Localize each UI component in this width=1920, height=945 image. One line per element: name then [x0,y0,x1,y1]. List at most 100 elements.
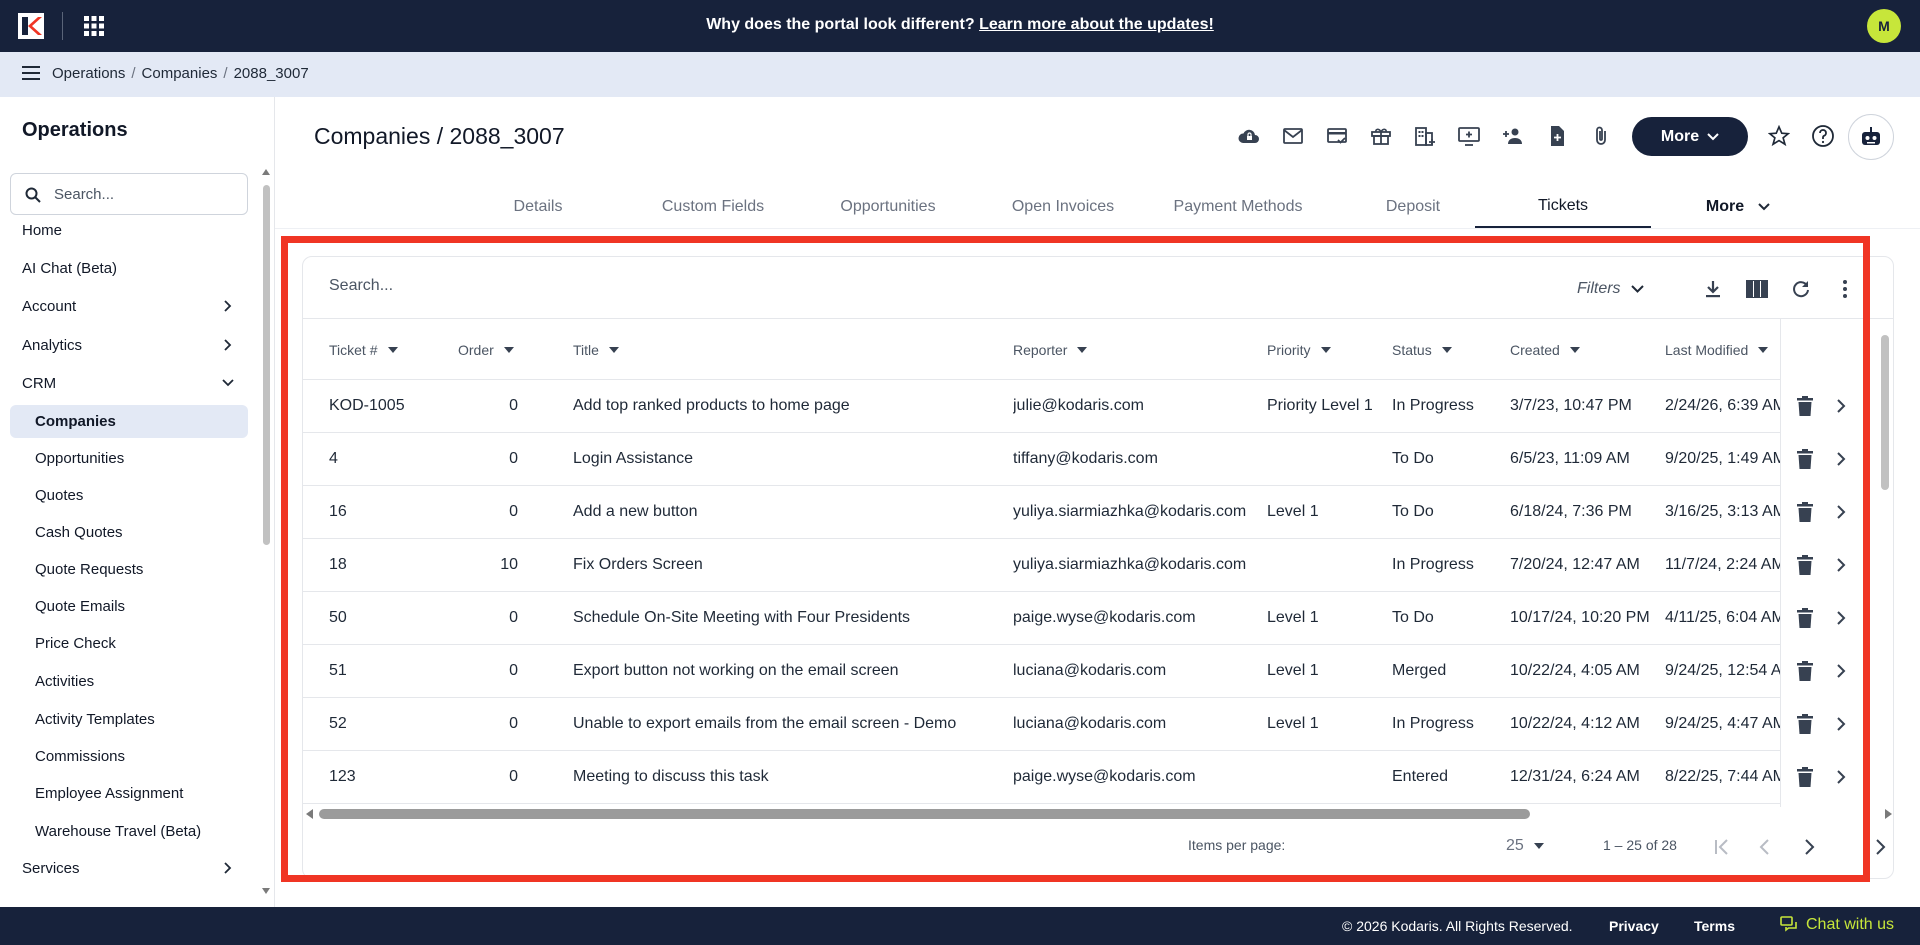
breadcrumb-companies[interactable]: Companies [142,65,218,82]
tab-open-invoices[interactable]: Open Invoices [975,185,1151,228]
table-row[interactable]: 52 0 Unable to export emails from the emai… [303,698,1893,751]
sidebar-item-ai-chat-beta[interactable]: AI Chat (Beta) [10,252,248,285]
sidebar-item-activity-templates[interactable]: Activity Templates [10,703,248,736]
column-header-order[interactable]: Order [458,342,514,358]
chevron-right-icon[interactable] [1829,606,1853,630]
column-header-ticket[interactable]: Ticket # [329,342,398,358]
privacy-link[interactable]: Privacy [1609,918,1659,934]
sidebar-item-cash-quotes[interactable]: Cash Quotes [10,516,248,549]
sidebar-item-quote-emails[interactable]: Quote Emails [10,590,248,623]
delete-icon[interactable] [1793,765,1817,789]
next-page-button[interactable] [1795,833,1823,861]
sidebar-item-services[interactable]: Services [10,852,248,885]
banner-link[interactable]: Learn more about the updates! [979,16,1214,33]
sort-caret-icon [1758,347,1769,353]
column-header-created[interactable]: Created [1510,342,1580,358]
chevron-right-icon[interactable] [1829,553,1853,577]
person-add-icon[interactable] [1499,122,1527,150]
tab-details[interactable]: Details [450,185,626,228]
delete-icon[interactable] [1793,659,1817,683]
delete-icon[interactable] [1793,606,1817,630]
breadcrumb-current[interactable]: 2088_3007 [234,65,309,82]
menu-icon[interactable] [22,66,40,80]
chevron-right-icon[interactable] [1829,500,1853,524]
last-page-button[interactable] [1869,833,1891,861]
table-row[interactable]: 50 0 Schedule On-Site Meeting with Four Pr… [303,592,1893,645]
chevron-down-icon [1707,132,1719,140]
ai-assistant-button[interactable] [1848,114,1894,160]
paperclip-icon[interactable] [1587,122,1615,150]
columns-icon[interactable] [1743,275,1771,303]
table-row[interactable]: 4 0 Login Assistance tiffany@kodaris.com To … [303,433,1893,486]
tab-payment-methods[interactable]: Payment Methods [1150,185,1326,228]
sidebar-item-warehouse-travel-beta[interactable]: Warehouse Travel (Beta) [10,815,248,848]
delete-icon[interactable] [1793,553,1817,577]
kebab-menu-icon[interactable] [1831,275,1859,303]
sidebar-item-companies[interactable]: Companies [10,405,248,438]
column-header-status[interactable]: Status [1392,342,1452,358]
sidebar-item-activities[interactable]: Activities [10,665,248,698]
tab-tickets[interactable]: Tickets [1475,185,1651,228]
star-icon[interactable] [1765,122,1793,150]
tab-opportunities[interactable]: Opportunities [800,185,976,228]
sidebar-item-price-check[interactable]: Price Check [10,627,248,660]
delete-icon[interactable] [1793,712,1817,736]
delete-icon[interactable] [1793,447,1817,471]
sidebar-item-opportunities[interactable]: Opportunities [10,442,248,475]
column-header-reporter[interactable]: Reporter [1013,342,1088,358]
chat-label: Chat with us [1806,916,1895,933]
sidebar-item-home[interactable]: Home [10,214,248,247]
file-add-icon[interactable] [1543,122,1571,150]
gift-icon[interactable] [1367,122,1395,150]
terms-link[interactable]: Terms [1694,918,1735,934]
card-check-icon[interactable] [1323,122,1351,150]
chevron-right-icon[interactable] [1829,765,1853,789]
tab-more[interactable]: More [1650,185,1826,228]
more-actions-button[interactable]: More [1632,117,1748,156]
tab-custom-fields[interactable]: Custom Fields [625,185,801,228]
avatar[interactable]: M [1867,9,1901,43]
sidebar-item-analytics[interactable]: Analytics [10,329,248,362]
cell-reporter: paige.wyse@kodaris.com [1013,609,1196,626]
table-row[interactable]: 51 0 Export button not working on the emai… [303,645,1893,698]
table-row[interactable]: 16 0 Add a new button yuliya.siarmiazhka@ko… [303,486,1893,539]
delete-icon[interactable] [1793,394,1817,418]
chevron-right-icon[interactable] [1829,712,1853,736]
cloud-lock-icon[interactable] [1235,122,1263,150]
help-icon[interactable] [1809,122,1837,150]
banner-question: Why does the portal look different? [706,16,975,33]
download-icon[interactable] [1699,275,1727,303]
table-search-input[interactable]: Search... [329,277,393,295]
table-row[interactable]: 123 0 Meeting to discuss this task paige.wy… [303,751,1893,804]
table-row[interactable]: KOD-1005 0 Add top ranked products to home… [303,380,1893,433]
breadcrumb-operations[interactable]: Operations [52,65,125,82]
filters-dropdown[interactable]: Filters [1577,273,1687,305]
chevron-right-icon[interactable] [1829,447,1853,471]
column-header-priority[interactable]: Priority [1267,342,1331,358]
sidebar-item-commissions[interactable]: Commissions [10,740,248,773]
sidebar-item-quote-requests[interactable]: Quote Requests [10,553,248,586]
sidebar-search-input[interactable]: Search... [10,173,248,215]
sidebar-item-employee-assignment[interactable]: Employee Assignment [10,777,248,810]
table-row[interactable]: 18 10 Fix Orders Screen yuliya.siarmiazhka@… [303,539,1893,592]
chevron-right-icon[interactable] [1829,394,1853,418]
sidebar-item-crm[interactable]: CRM [10,367,248,400]
monitor-add-icon[interactable] [1455,122,1483,150]
building-add-icon[interactable] [1411,122,1439,150]
column-header-label: Ticket # [329,342,378,358]
chat-button[interactable]: Chat with us [1780,916,1894,934]
sidebar-item-account[interactable]: Account [10,290,248,323]
sidebar-scroll-thumb[interactable] [263,185,270,545]
column-header-title[interactable]: Title [573,342,619,358]
chevron-right-icon[interactable] [1829,659,1853,683]
sidebar-item-quotes[interactable]: Quotes [10,479,248,512]
horizontal-scroll-thumb[interactable] [319,809,1530,819]
column-header-modified[interactable]: Last Modified [1665,342,1769,358]
items-per-page-select[interactable]: 25 [1506,837,1544,855]
delete-icon[interactable] [1793,500,1817,524]
refresh-icon[interactable] [1787,275,1815,303]
previous-page-button[interactable] [1751,833,1779,861]
vertical-scroll-thumb[interactable] [1881,335,1889,490]
mail-icon[interactable] [1279,122,1307,150]
first-page-button[interactable] [1709,833,1737,861]
